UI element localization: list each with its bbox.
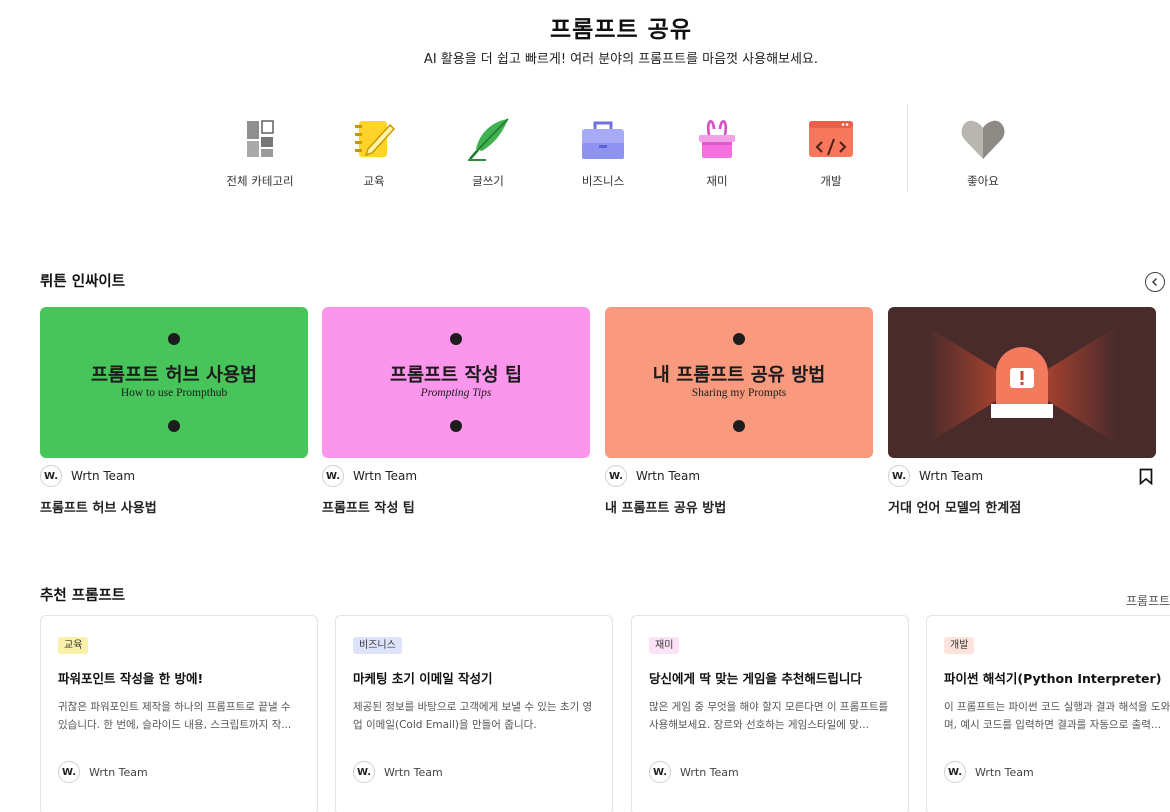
- card-author-row: W. Wrtn Team: [944, 761, 1034, 783]
- insight-title: 거대 언어 모델의 한계점: [888, 501, 1022, 516]
- insight-title: 프롬프트 작성 팁: [322, 501, 415, 516]
- card-author-row: W. Wrtn Team: [649, 761, 739, 783]
- author-name: Wrtn Team: [71, 469, 136, 483]
- category-fun[interactable]: 재미: [667, 112, 767, 189]
- author-name: Wrtn Team: [353, 469, 418, 483]
- avatar: W.: [58, 761, 80, 783]
- author-name: Wrtn Team: [89, 765, 148, 779]
- card-author-row: W. Wrtn Team: [40, 465, 310, 487]
- category-tag: 비즈니스: [353, 637, 402, 654]
- card-author-row: W. Wrtn Team: [605, 465, 875, 487]
- card-author-row: W. Wrtn Team: [353, 761, 443, 783]
- thumb-title: 내 프롬프트 공유 방법: [652, 365, 826, 386]
- carousel-prev-button[interactable]: [1145, 272, 1165, 292]
- notebook-pencil-icon: [355, 121, 396, 157]
- code-window-icon: [809, 121, 853, 157]
- category-all[interactable]: 전체 카테고리: [210, 112, 310, 189]
- prompt-description: 제공된 정보를 바탕으로 고객에게 보낼 수 있는 초기 영업 이메일(Cold…: [353, 701, 593, 731]
- bunny-hat-icon: [699, 120, 735, 158]
- category-label: 좋아요: [967, 174, 999, 188]
- category-writing[interactable]: 글쓰기: [438, 112, 538, 189]
- thumb-subtitle: How to use Prompthub: [120, 387, 228, 399]
- prompt-card[interactable]: 교육 파워포인트 작성을 한 방에! 귀찮은 파워포인트 제작을 하나의 프롬프…: [40, 615, 318, 812]
- category-dev[interactable]: 개발: [781, 112, 881, 189]
- category-label: 개발: [820, 174, 842, 188]
- thumb-title: 프롬프트 허브 사용법: [90, 365, 258, 386]
- author-name: Wrtn Team: [919, 469, 984, 483]
- category-label: 글쓰기: [472, 174, 504, 188]
- prompt-title: 마케팅 초기 이메일 작성기: [353, 671, 493, 686]
- category-label: 비즈니스: [581, 174, 625, 188]
- category-education[interactable]: 교육: [324, 112, 424, 189]
- thumb-dot: [733, 420, 745, 432]
- see-more-link[interactable]: 프롬프트: [1126, 592, 1170, 609]
- prompt-title: 당신에게 딱 맞는 게임을 추천해드립니다: [649, 671, 862, 686]
- briefcase-icon: [582, 121, 624, 159]
- avatar: W.: [944, 761, 966, 783]
- category-bar: 전체 카테고리 교육 글쓰기 비즈니스 재미 개발 좋아요: [210, 104, 1033, 196]
- category-tag: 교육: [58, 637, 89, 654]
- grid-icon: [247, 120, 274, 157]
- prompt-description: 귀찮은 파워포인트 제작을 하나의 프롬프트로 끝낼 수 있습니다. 한 번에,…: [58, 701, 292, 731]
- prompt-title: 파이썬 해석기(Python Interpreter): [944, 671, 1162, 686]
- prompt-card[interactable]: 개발 파이썬 해석기(Python Interpreter) 이 프롬프트는 파…: [926, 615, 1170, 812]
- category-label: 재미: [706, 174, 728, 188]
- thumb-dot: [168, 420, 180, 432]
- insight-thumbnail: 프롬프트 작성 팁 Prompting Tips: [322, 307, 590, 458]
- category-tag: 재미: [649, 637, 680, 654]
- prompt-title: 파워포인트 작성을 한 방에!: [58, 671, 204, 686]
- thumb-dot: [450, 420, 462, 432]
- insight-thumbnail: 내 프롬프트 공유 방법 Sharing my Prompts: [605, 307, 873, 458]
- avatar: W.: [605, 465, 627, 487]
- prompt-card[interactable]: 비즈니스 마케팅 초기 이메일 작성기 제공된 정보를 바탕으로 고객에게 보낼…: [335, 615, 613, 812]
- author-name: Wrtn Team: [636, 469, 701, 483]
- thumb-subtitle: Sharing my Prompts: [691, 387, 787, 399]
- category-divider: [907, 104, 908, 192]
- avatar: W.: [40, 465, 62, 487]
- insight-card[interactable]: W. Wrtn Team 거대 언어 모델의 한계점: [888, 307, 1158, 516]
- heart-icon: [961, 120, 1005, 159]
- prompt-description: 많은 게임 중 무엇을 해야 할지 모른다면 이 프롬프트를 사용해보세요. 장…: [649, 701, 889, 731]
- author-name: Wrtn Team: [975, 765, 1034, 779]
- avatar: W.: [353, 761, 375, 783]
- thumb-dot: [168, 333, 180, 345]
- insight-title: 내 프롬프트 공유 방법: [605, 501, 727, 516]
- thumb-dot: [733, 333, 745, 345]
- avatar: W.: [322, 465, 344, 487]
- insights-section-title: 뤼튼 인싸이트: [40, 274, 126, 290]
- insight-card[interactable]: 프롬프트 허브 사용법 How to use Prompthub W. Wrtn…: [40, 307, 310, 516]
- bookmark-icon[interactable]: [1139, 468, 1153, 485]
- category-label: 교육: [363, 174, 385, 188]
- page-subtitle: AI 활용을 더 쉽고 빠르게! 여러 분야의 프롬프트를 마음껏 사용해보세요…: [423, 52, 819, 67]
- avatar: W.: [649, 761, 671, 783]
- author-name: Wrtn Team: [384, 765, 443, 779]
- card-author-row: W. Wrtn Team: [322, 465, 592, 487]
- page-title: 프롬프트 공유: [550, 17, 692, 43]
- insight-title: 프롬프트 허브 사용법: [40, 501, 157, 516]
- chevron-left-icon: [1152, 278, 1157, 286]
- warning-siren-icon: [928, 327, 1116, 443]
- category-tag: 개발: [944, 637, 975, 654]
- prompt-card[interactable]: 재미 당신에게 딱 맞는 게임을 추천해드립니다 많은 게임 중 무엇을 해야 …: [631, 615, 909, 812]
- thumb-dot: [450, 333, 462, 345]
- insight-thumbnail: [888, 307, 1156, 458]
- category-business[interactable]: 비즈니스: [553, 112, 653, 189]
- thumb-subtitle: Prompting Tips: [420, 387, 492, 399]
- insight-card[interactable]: 내 프롬프트 공유 방법 Sharing my Prompts W. Wrtn …: [605, 307, 875, 516]
- category-label: 전체 카테고리: [226, 174, 294, 188]
- insight-card[interactable]: 프롬프트 작성 팁 Prompting Tips W. Wrtn Team 프롬…: [322, 307, 592, 516]
- category-likes[interactable]: 좋아요: [933, 112, 1033, 189]
- avatar: W.: [888, 465, 910, 487]
- thumb-title: 프롬프트 작성 팁: [389, 365, 523, 386]
- feather-pen-icon: [468, 118, 509, 161]
- card-author-row: W. Wrtn Team: [58, 761, 148, 783]
- author-name: Wrtn Team: [680, 765, 739, 779]
- insight-thumbnail: 프롬프트 허브 사용법 How to use Prompthub: [40, 307, 308, 458]
- card-author-row: W. Wrtn Team: [888, 465, 1158, 487]
- prompt-description: 이 프롬프트는 파이썬 코드 실행과 결과 해석을 도와주며, 예시 코드를 입…: [944, 701, 1170, 731]
- recommended-section-title: 추천 프롬프트: [40, 588, 126, 604]
